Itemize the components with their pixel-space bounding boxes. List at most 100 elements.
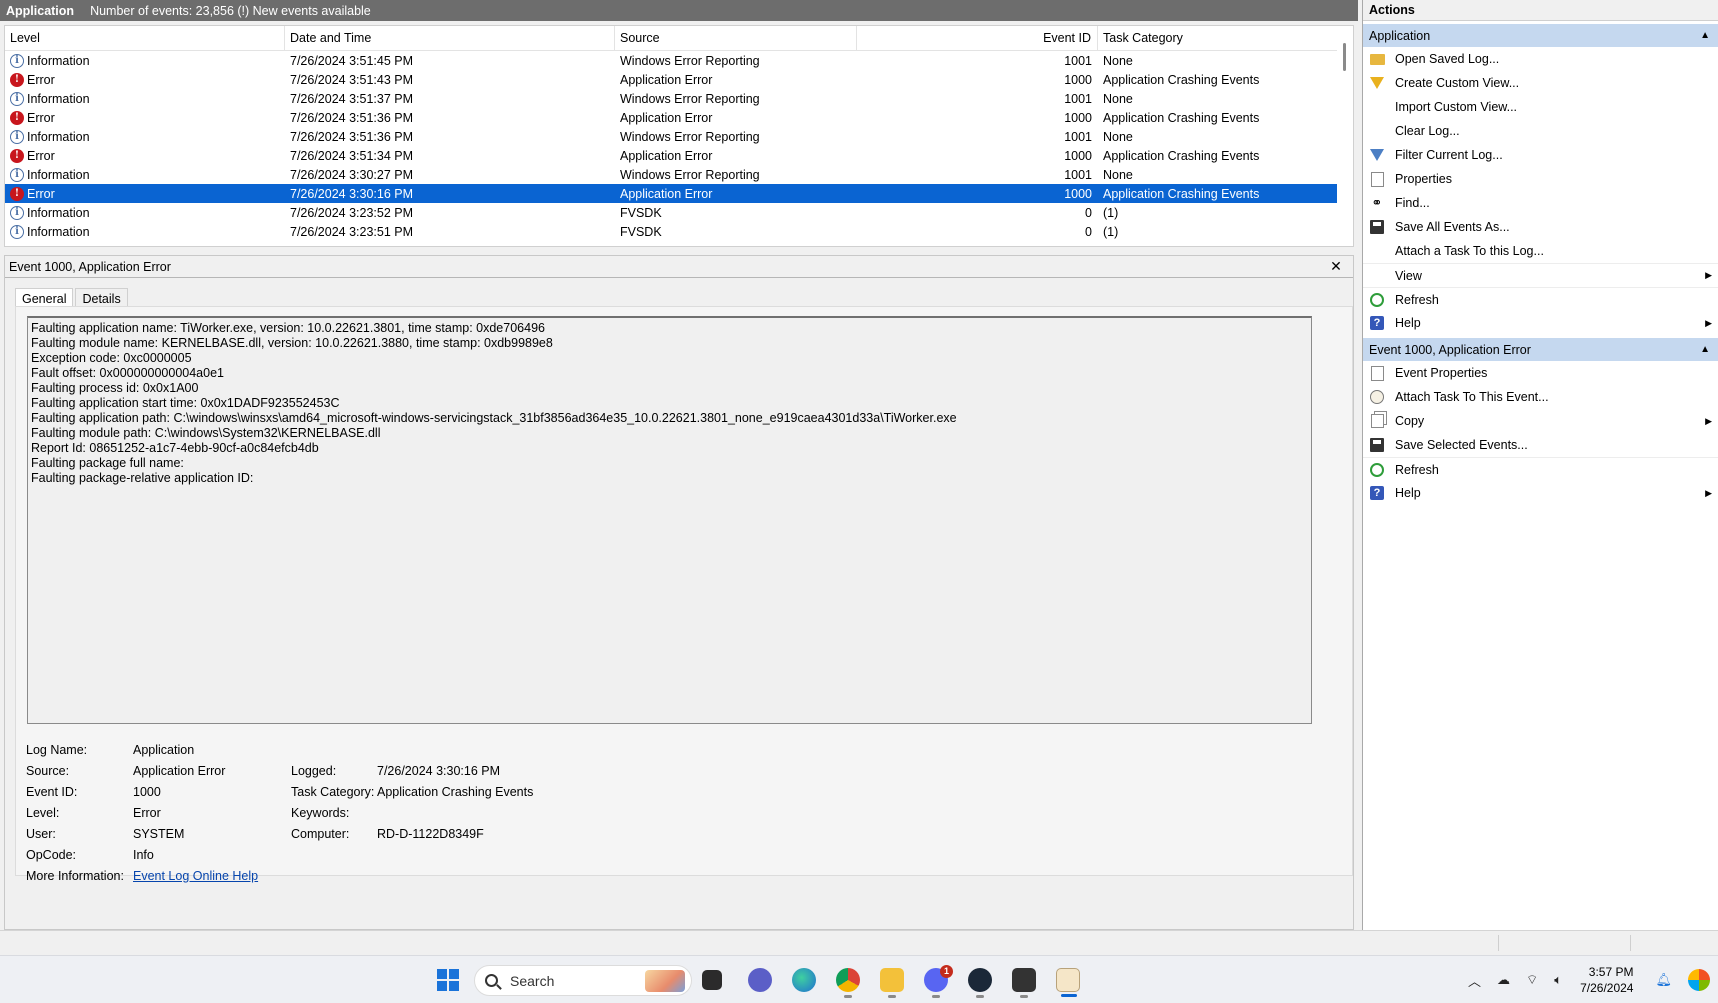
- source-cell: Windows Error Reporting: [620, 129, 760, 144]
- clock[interactable]: 3:57 PM 7/26/2024: [1580, 964, 1633, 996]
- event-viewer-icon[interactable]: [1056, 968, 1080, 997]
- wifi-icon[interactable]: ⌔: [1526, 972, 1538, 988]
- action-import-custom-view[interactable]: Import Custom View...: [1363, 95, 1718, 119]
- event-count: Number of events: 23,856 (!) New events …: [90, 3, 371, 18]
- level-cell: ! Error: [5, 148, 285, 163]
- event-detail-pane: Event 1000, Application Error ✕ General …: [4, 255, 1354, 930]
- action-open-saved-log[interactable]: Open Saved Log...: [1363, 47, 1718, 71]
- edge-icon[interactable]: [792, 968, 816, 992]
- source-label: Source:: [26, 763, 70, 778]
- date-cell: 7/26/2024 3:51:36 PM: [290, 110, 414, 125]
- event-id-cell: 1000: [1064, 186, 1092, 201]
- action-label: Clear Log...: [1395, 124, 1460, 138]
- action-label: Refresh: [1395, 462, 1439, 477]
- action-label: Help: [1395, 486, 1421, 500]
- file-explorer-icon[interactable]: [880, 968, 904, 998]
- table-row[interactable]: ! Error 7/26/2024 3:51:43 PM Application Er…: [5, 70, 1353, 89]
- task-category-cell: Application Crashing Events: [1103, 148, 1260, 163]
- search-icon: [485, 974, 498, 987]
- event-list[interactable]: Level Date and Time Source Event ID Task…: [4, 25, 1354, 247]
- actions-title: Actions: [1363, 0, 1718, 21]
- submenu-arrow-icon: ▶: [1705, 270, 1712, 280]
- discord-icon[interactable]: 1: [924, 965, 953, 998]
- task-category-cell: None: [1103, 167, 1133, 182]
- task-view-icon[interactable]: [702, 970, 722, 990]
- event-rows: i Information 7/26/2024 3:51:45 PM Windows …: [5, 51, 1353, 241]
- table-row[interactable]: ! Error 7/26/2024 3:30:16 PM Application Er…: [5, 184, 1337, 203]
- chrome-icon[interactable]: [836, 968, 860, 998]
- bell-icon[interactable]: 🔔︎: [1655, 972, 1672, 988]
- onedrive-icon[interactable]: ☁: [1497, 972, 1510, 988]
- action-create-custom-view[interactable]: Create Custom View...: [1363, 71, 1718, 95]
- action-label: View: [1395, 268, 1422, 283]
- column-header-source[interactable]: Source: [615, 26, 857, 50]
- status-divider: [1498, 935, 1499, 951]
- action-filter-current-log[interactable]: Filter Current Log...: [1363, 143, 1718, 167]
- error-icon: !: [10, 148, 24, 163]
- steam-icon[interactable]: [968, 968, 992, 998]
- task-category-cell: Application Crashing Events: [1103, 186, 1260, 201]
- column-header-level[interactable]: Level: [5, 26, 285, 50]
- action-properties[interactable]: Properties: [1363, 167, 1718, 191]
- description-line: Faulting module path: C:\windows\System3…: [31, 426, 381, 440]
- action-save-all-events-as[interactable]: Save All Events As...: [1363, 215, 1718, 239]
- collapse-icon[interactable]: ▲: [1700, 344, 1710, 355]
- action-label: Create Custom View...: [1395, 76, 1520, 90]
- task-category-cell: None: [1103, 91, 1133, 106]
- table-row[interactable]: ! Error 7/26/2024 3:51:34 PM Application Er…: [5, 146, 1353, 165]
- system-tray: ︿ ☁ ⌔ 🔈︎ 3:57 PM 7/26/2024 🔔︎: [1460, 956, 1718, 1003]
- source-cell: Windows Error Reporting: [620, 91, 760, 106]
- action-refresh[interactable]: Refresh: [1363, 457, 1718, 481]
- app-icon[interactable]: [1012, 968, 1036, 998]
- table-row[interactable]: i Information 7/26/2024 3:51:37 PM Windows …: [5, 89, 1353, 108]
- status-divider: [1630, 935, 1631, 951]
- action-label: Attach a Task To this Log...: [1395, 244, 1544, 258]
- level-cell: ! Error: [5, 186, 285, 201]
- description-line: Exception code: 0xc0000005: [31, 351, 192, 365]
- event-log-online-help-link[interactable]: Event Log Online Help: [133, 869, 291, 883]
- date-cell: 7/26/2024 3:51:34 PM: [290, 148, 414, 163]
- level-text: Error: [27, 72, 55, 87]
- table-row[interactable]: i Information 7/26/2024 3:30:27 PM Windows …: [5, 165, 1353, 184]
- table-row[interactable]: i Information 7/26/2024 3:51:36 PM Windows …: [5, 127, 1353, 146]
- action-copy[interactable]: Copy ▶: [1363, 409, 1718, 433]
- action-help[interactable]: ? Help ▶: [1363, 311, 1718, 335]
- close-icon[interactable]: ✕: [1327, 258, 1345, 276]
- action-clear-log[interactable]: Clear Log...: [1363, 119, 1718, 143]
- level-cell: ! Error: [5, 72, 285, 87]
- action-attach-a-task-to-this-log[interactable]: Attach a Task To this Log...: [1363, 239, 1718, 263]
- table-row[interactable]: i Information 7/26/2024 3:23:52 PM FVSDK 0 (1…: [5, 203, 1353, 222]
- action-save-selected-events[interactable]: Save Selected Events...: [1363, 433, 1718, 457]
- action-refresh[interactable]: Refresh: [1363, 287, 1718, 311]
- collapse-icon[interactable]: ▲: [1700, 30, 1710, 41]
- section-header-event[interactable]: Event 1000, Application Error ▲: [1363, 338, 1718, 361]
- column-header-date[interactable]: Date and Time: [285, 26, 615, 50]
- application-actions: Open Saved Log... Create Custom View... Im…: [1363, 47, 1718, 335]
- action-event-properties[interactable]: Event Properties: [1363, 361, 1718, 385]
- table-row[interactable]: i Information 7/26/2024 3:51:45 PM Windows …: [5, 51, 1353, 70]
- copilot-icon[interactable]: [1688, 969, 1710, 991]
- action-label: Help: [1395, 316, 1421, 330]
- column-header-task-category[interactable]: Task Category: [1098, 26, 1338, 50]
- teams-icon[interactable]: [748, 968, 772, 992]
- task-category-cell: (1): [1103, 224, 1119, 239]
- source-cell: Windows Error Reporting: [620, 167, 760, 182]
- action-find[interactable]: ⚭ Find...: [1363, 191, 1718, 215]
- table-row[interactable]: ! Error 7/26/2024 3:51:36 PM Application Er…: [5, 108, 1353, 127]
- start-icon[interactable]: [436, 968, 460, 992]
- left-pane: Application Number of events: 23,856 (!)…: [0, 0, 1358, 930]
- volume-icon[interactable]: 🔈︎: [1554, 972, 1562, 988]
- event-description[interactable]: Faulting application name: TiWorker.exe,…: [27, 316, 1312, 724]
- list-scrollbar[interactable]: [1337, 26, 1353, 246]
- scrollbar-thumb[interactable]: [1343, 43, 1346, 71]
- chevron-up-icon[interactable]: ︿: [1468, 971, 1481, 990]
- action-view[interactable]: View ▶: [1363, 263, 1718, 287]
- help-icon: ?: [1369, 315, 1385, 331]
- save-icon: [1369, 437, 1385, 453]
- action-attach-task-to-this-event[interactable]: Attach Task To This Event...: [1363, 385, 1718, 409]
- table-row[interactable]: i Information 7/26/2024 3:23:51 PM FVSDK 0 (1…: [5, 222, 1353, 241]
- section-header-application[interactable]: Application ▲: [1363, 24, 1718, 47]
- column-header-event-id[interactable]: Event ID: [857, 26, 1098, 50]
- action-help[interactable]: ? Help ▶: [1363, 481, 1718, 505]
- taskbar-search[interactable]: Search: [474, 965, 692, 996]
